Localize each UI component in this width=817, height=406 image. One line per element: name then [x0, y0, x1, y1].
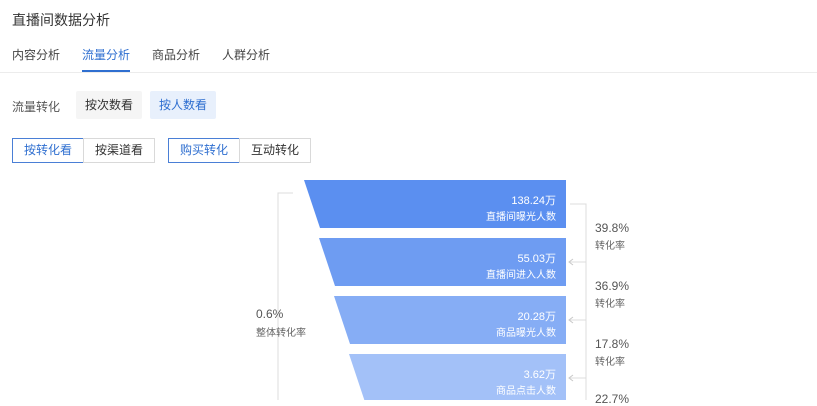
- stage-1-label: 直播间曝光人数: [486, 212, 556, 223]
- rate-1-value: 39.8%: [595, 221, 630, 235]
- rate-2-label: 转化率: [595, 299, 625, 310]
- rate-bracket-3: [570, 319, 587, 379]
- stage-3-label: 商品曝光人数: [496, 328, 556, 339]
- rate-3-value: 17.8%: [595, 337, 630, 351]
- stage-1-value: 138.24万: [511, 195, 556, 207]
- rate-2-value: 36.9%: [595, 279, 630, 293]
- conversion-funnel: [277, 180, 587, 400]
- rate-1-label: 转化率: [595, 241, 625, 252]
- stage-4-label: 商品点击人数: [496, 386, 556, 397]
- stage-2-value: 55.03万: [517, 253, 556, 265]
- rate-bracket-2: [570, 261, 587, 321]
- rate-4-value: 22.7%: [595, 392, 630, 406]
- overall-rate-label: 整体转化率: [256, 328, 306, 339]
- stage-3-value: 20.28万: [517, 311, 556, 323]
- overall-rate-value: 0.6%: [256, 307, 284, 321]
- stage-2-label: 直播间进入人数: [486, 270, 556, 281]
- rate-3-label: 转化率: [595, 357, 625, 368]
- overall-bracket: [277, 192, 293, 400]
- rate-bracket-4: [570, 377, 587, 400]
- stage-4-value: 3.62万: [523, 369, 556, 381]
- rate-bracket-1: [570, 203, 587, 263]
